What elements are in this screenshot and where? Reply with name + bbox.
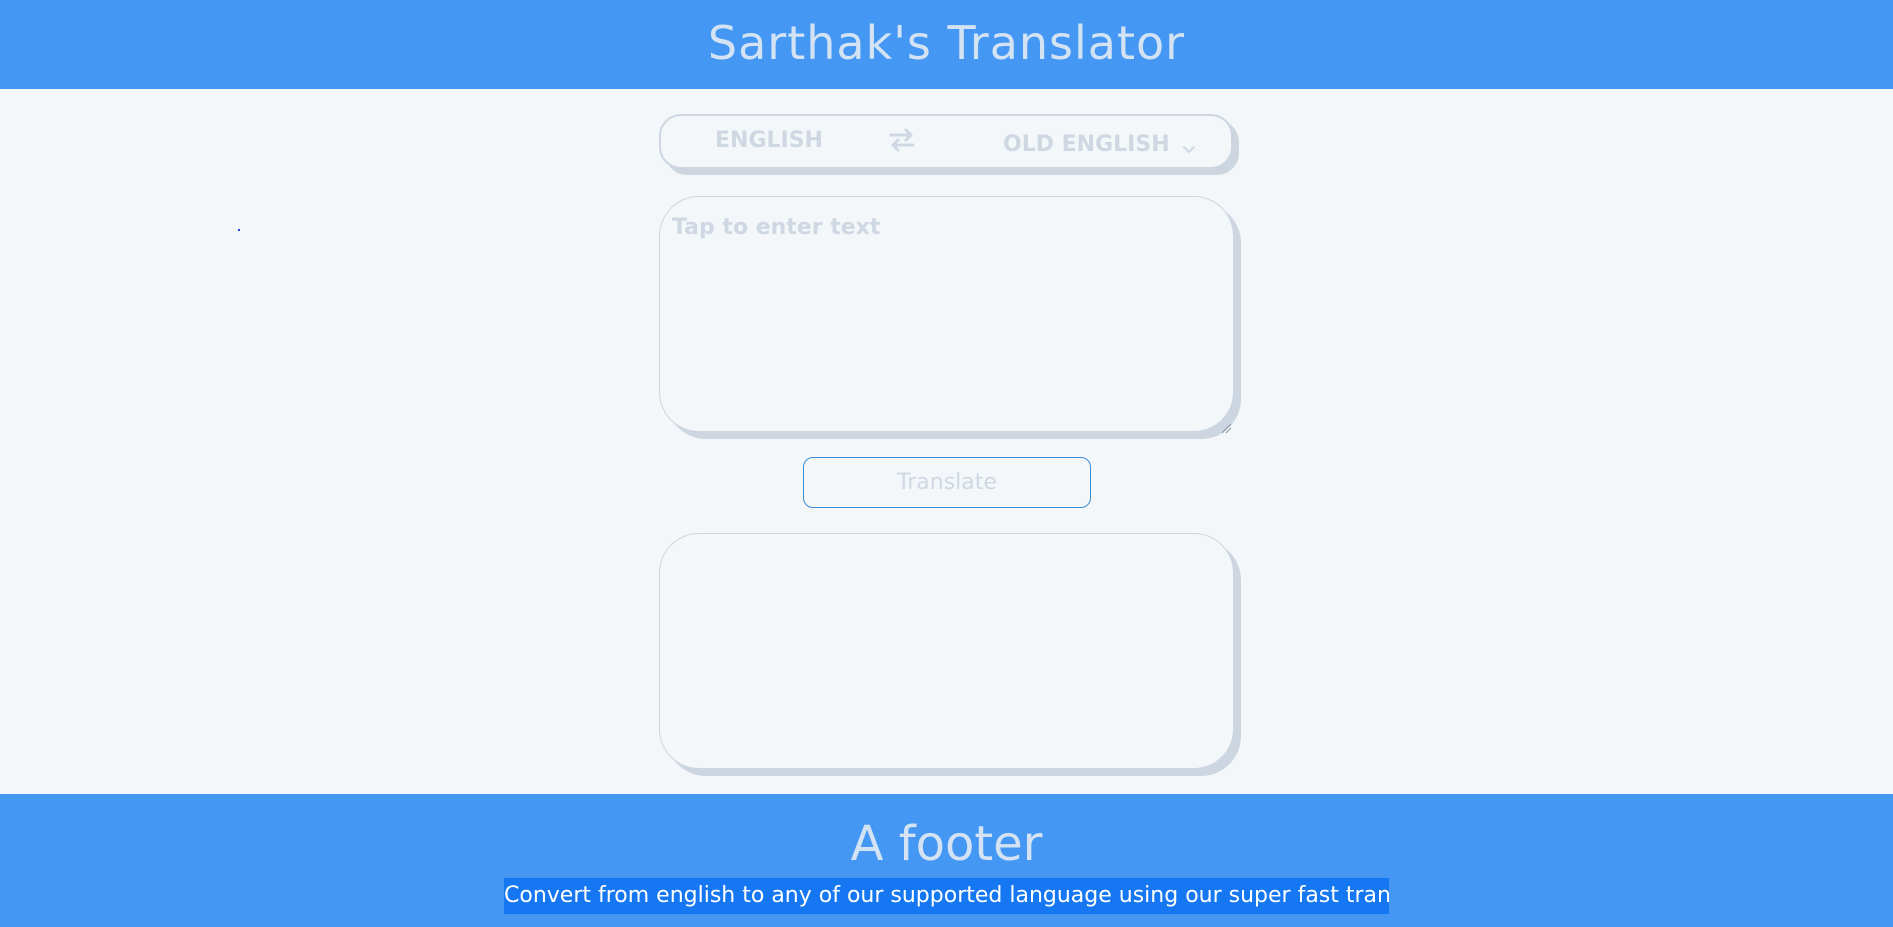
target-language-select[interactable]: OLD ENGLISH [1003,132,1196,157]
text-input[interactable] [659,196,1234,432]
resize-grip-icon[interactable] [1220,419,1232,434]
target-language-label: OLD ENGLISH [1003,132,1170,157]
footer-description: Convert from english to any of our suppo… [504,878,1389,914]
translate-button[interactable]: Translate [803,457,1091,508]
footer-title: A footer [850,816,1043,872]
output-box [659,533,1234,769]
swap-arrows-icon[interactable] [887,126,917,154]
chevron-down-icon [1182,136,1196,153]
header: Sarthak's Translator [0,0,1893,89]
page-title: Sarthak's Translator [707,15,1186,70]
stray-dot [238,229,240,231]
footer: A footer Convert from english to any of … [0,794,1893,927]
source-language-label: ENGLISH [715,128,823,153]
language-bar: ENGLISH OLD ENGLISH [659,114,1233,169]
